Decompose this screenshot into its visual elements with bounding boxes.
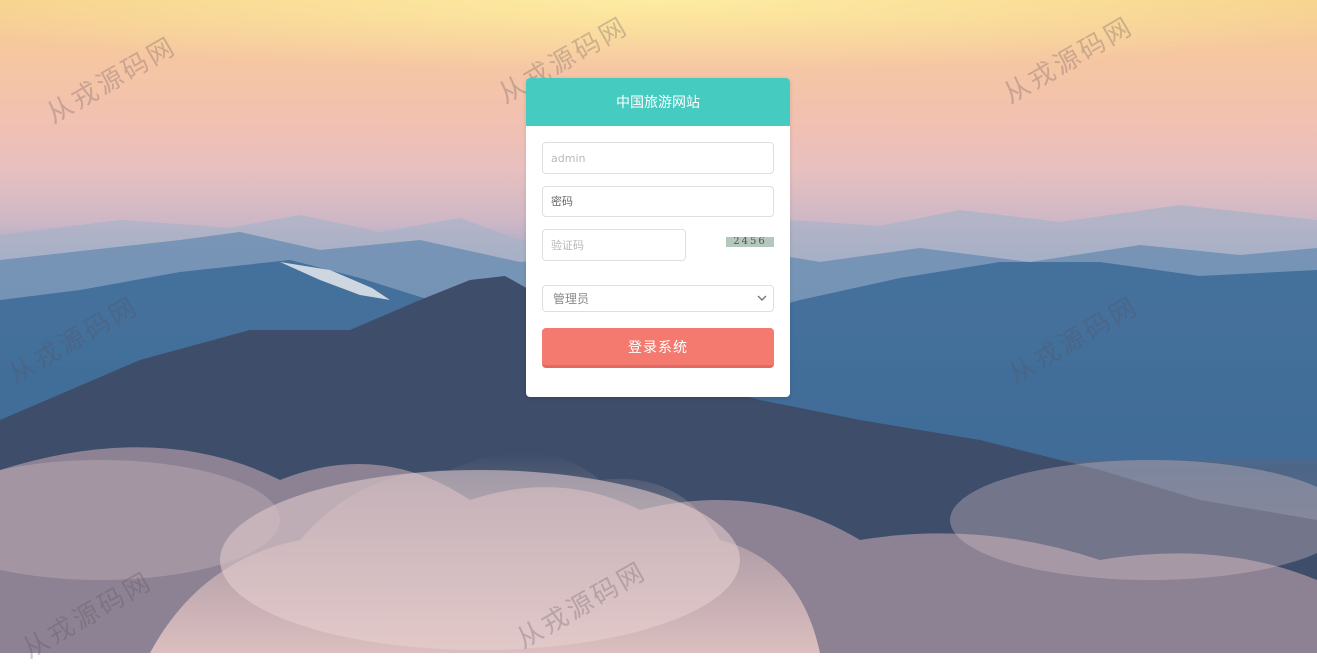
role-select[interactable]: 管理员 — [542, 285, 774, 312]
login-button[interactable]: 登录系统 — [542, 328, 774, 368]
captcha-image[interactable]: 2456 — [726, 237, 774, 247]
password-input[interactable] — [542, 186, 774, 217]
chevron-down-icon — [757, 295, 767, 301]
username-input[interactable] — [542, 142, 774, 174]
role-select-value: 管理员 — [553, 292, 590, 306]
login-card-header: 中国旅游网站 — [526, 78, 790, 126]
captcha-input[interactable] — [542, 229, 686, 261]
site-title: 中国旅游网站 — [616, 95, 700, 111]
login-card: 中国旅游网站 2456 管理员 登录系统 — [526, 78, 790, 397]
